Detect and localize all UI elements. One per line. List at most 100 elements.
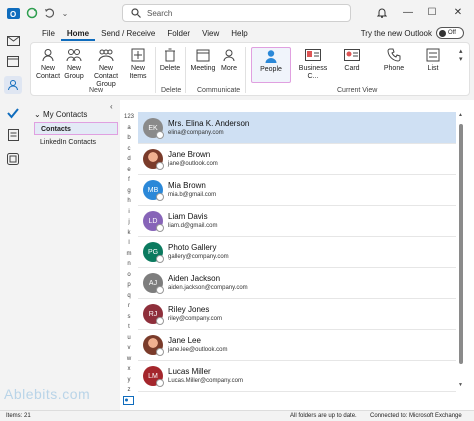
contact-row[interactable]: RJ Riley Jones riley@company.com <box>138 298 456 330</box>
delete-label: Delete <box>159 65 181 72</box>
alpha-index-letter[interactable]: p <box>120 282 138 288</box>
view-phone-button[interactable]: Phone <box>379 47 409 73</box>
customize-toolbar-icon[interactable]: ⌄ <box>58 6 72 20</box>
contact-row[interactable]: LM Lucas Miller Lucas.Miller@company.com <box>138 360 456 392</box>
alpha-index-letter[interactable]: n <box>120 261 138 267</box>
alpha-index-letter[interactable]: g <box>120 188 138 194</box>
contact-row[interactable]: LD Liam Davis liam.d@gmail.com <box>138 205 456 237</box>
contact-email: liam.d@gmail.com <box>168 223 218 229</box>
tab-send-receive[interactable]: Send / Receive <box>95 27 161 41</box>
contact-email: gallery@company.com <box>168 254 229 260</box>
scroll-up-icon[interactable]: ▲ <box>458 112 463 118</box>
outlook-icon: O <box>6 6 20 20</box>
alpha-index-letter[interactable]: t <box>120 324 138 330</box>
scroll-down-icon[interactable]: ▼ <box>458 382 463 388</box>
my-contacts-header[interactable]: ⌄ My Contacts <box>34 110 87 119</box>
calendar-icon[interactable] <box>4 52 22 70</box>
tasks-icon[interactable] <box>4 104 22 122</box>
new-items-label: New Items <box>129 65 147 80</box>
my-contacts-label: My Contacts <box>42 110 88 119</box>
alpha-index-letter[interactable]: s <box>120 314 138 320</box>
view-people-button[interactable]: People <box>251 47 291 83</box>
alpha-index-letter[interactable]: l <box>120 240 138 246</box>
alpha-index-letter[interactable]: k <box>120 230 138 236</box>
alpha-index-letter[interactable]: b <box>120 135 138 141</box>
contact-row[interactable]: Jane Lee jane.lee@outlook.com <box>138 329 456 361</box>
tab-help[interactable]: Help <box>225 27 253 41</box>
contact-group-icon <box>98 47 114 63</box>
delete-button[interactable]: Delete <box>159 47 181 73</box>
alpha-index-letter[interactable]: u <box>120 335 138 341</box>
alpha-index-letter[interactable]: i <box>120 209 138 215</box>
people-icon[interactable] <box>4 76 22 94</box>
contact-email: elina@company.com <box>168 130 224 136</box>
collapse-pane-icon[interactable]: ‹ <box>110 102 113 111</box>
alpha-index-letter[interactable]: z <box>120 387 138 393</box>
mail-icon[interactable] <box>4 32 22 50</box>
scrollbar-thumb[interactable] <box>459 124 463 364</box>
folder-item-linkedin-contacts[interactable]: LinkedIn Contacts <box>34 136 118 149</box>
contact-name: Lucas Miller <box>168 367 211 376</box>
group-separator <box>245 47 246 93</box>
minimize-icon[interactable]: — <box>398 3 418 21</box>
alpha-index-letter[interactable]: a <box>120 125 138 131</box>
alpha-index-letter[interactable]: y <box>120 377 138 383</box>
alpha-index-letter[interactable]: h <box>120 198 138 204</box>
maximize-icon[interactable]: ☐ <box>422 3 442 21</box>
new-outlook-label: Try the new Outlook <box>360 28 432 38</box>
contact-name: Liam Davis <box>168 212 208 221</box>
alpha-index-letter[interactable]: c <box>120 146 138 152</box>
new-outlook-toggle[interactable]: Off <box>436 27 464 39</box>
alpha-index-letter[interactable]: 123 <box>120 114 138 120</box>
close-icon[interactable]: ✕ <box>448 3 468 21</box>
phone-icon <box>386 47 402 63</box>
new-contact-group-button[interactable]: New Contact Group <box>87 47 125 89</box>
alpha-index-letter[interactable]: v <box>120 345 138 351</box>
search-box[interactable]: Search <box>122 4 351 22</box>
alpha-index-letter[interactable]: f <box>120 177 138 183</box>
alpha-index-letter[interactable]: x <box>120 366 138 372</box>
alpha-index-letter[interactable]: r <box>120 303 138 309</box>
bell-icon[interactable] <box>372 3 392 21</box>
toggle-knob <box>439 29 446 37</box>
folder-item-contacts[interactable]: Contacts <box>34 122 118 135</box>
svg-text:O: O <box>10 10 16 19</box>
undo-icon[interactable] <box>42 6 56 20</box>
contact-name: Mia Brown <box>168 181 206 190</box>
tab-home[interactable]: Home <box>60 27 96 41</box>
view-business-card-button[interactable]: Business C... <box>293 47 333 81</box>
sync-icon[interactable] <box>25 6 39 20</box>
new-group-icon <box>66 47 82 63</box>
meeting-button[interactable]: Meeting <box>189 47 217 73</box>
alpha-index-letter[interactable]: m <box>120 251 138 257</box>
apps-icon[interactable] <box>4 150 22 168</box>
view-card-button[interactable]: Card <box>337 47 367 73</box>
contact-row[interactable]: AJ Aiden Jackson aiden.jackson@company.com <box>138 267 456 299</box>
presence-status-icon <box>156 162 164 170</box>
tab-view[interactable]: View <box>196 27 225 41</box>
alpha-index-letter[interactable]: q <box>120 293 138 299</box>
gallery-scroll-icon[interactable]: ▴ ▾ <box>459 47 463 63</box>
notes-icon[interactable] <box>4 126 22 144</box>
alpha-index-letter[interactable]: d <box>120 156 138 162</box>
alpha-index-letter[interactable]: o <box>120 272 138 278</box>
trash-icon <box>162 47 178 63</box>
scrollbar[interactable]: ▲ ▼ <box>458 112 464 390</box>
tab-folder[interactable]: Folder <box>161 27 196 41</box>
card-icon <box>344 47 360 63</box>
contact-row[interactable]: Jane Brown jane@outlook.com <box>138 143 456 175</box>
alpha-index-letter[interactable]: e <box>120 167 138 173</box>
more-button[interactable]: More <box>217 47 241 73</box>
contact-row[interactable]: MB Mia Brown mia.b@gmail.com <box>138 174 456 206</box>
view-list-button[interactable]: List <box>421 47 445 73</box>
contact-row[interactable]: EK Mrs. Elina K. Anderson elina@company.co… <box>138 112 456 144</box>
alpha-index-letter[interactable]: w <box>120 356 138 362</box>
contact-card-icon[interactable] <box>122 394 134 406</box>
new-group-button[interactable]: New Group <box>61 47 87 81</box>
tab-file[interactable]: File <box>36 27 61 41</box>
alpha-index-letter[interactable]: j <box>120 219 138 225</box>
contact-row[interactable]: PG Photo Gallery gallery@company.com <box>138 236 456 268</box>
new-items-button[interactable]: New Items <box>127 47 149 81</box>
new-contact-button[interactable]: New Contact <box>35 47 61 81</box>
search-icon <box>131 8 141 18</box>
